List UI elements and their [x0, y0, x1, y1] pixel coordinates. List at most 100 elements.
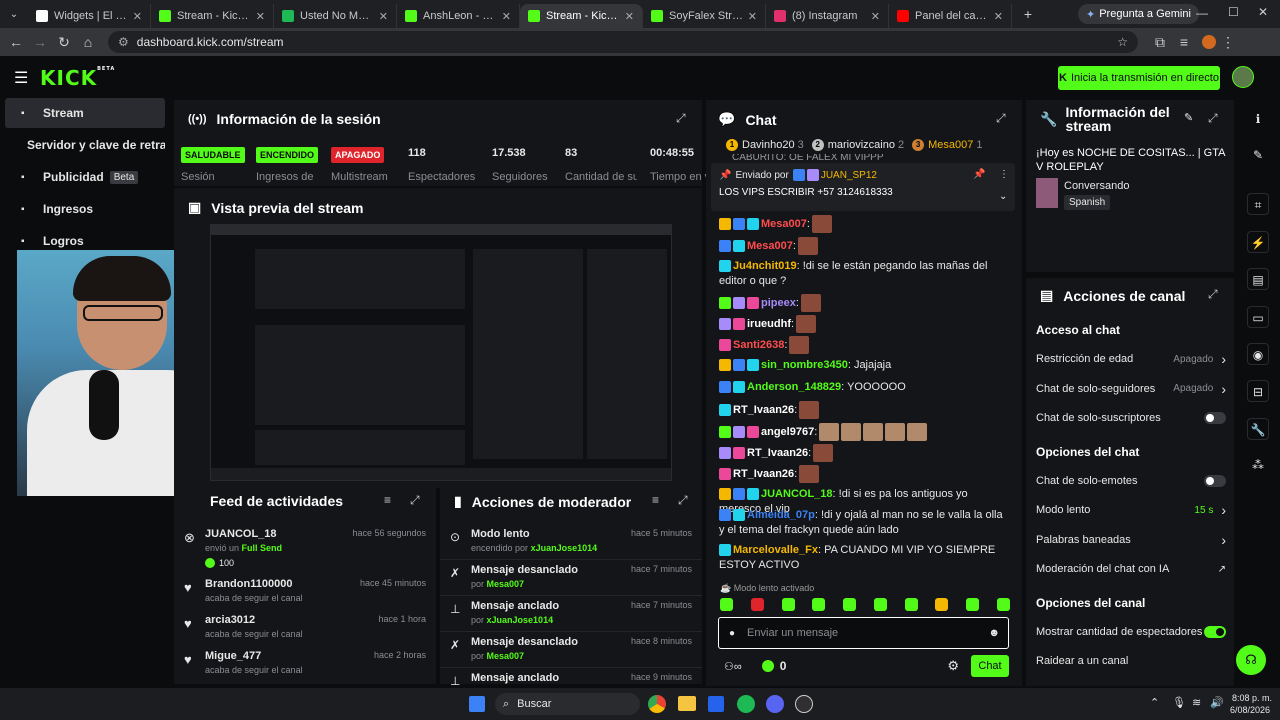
send-chat-button[interactable]: Chat [971, 655, 1009, 677]
settings-gear-icon[interactable]: ⚙ [947, 658, 959, 674]
chat-input[interactable]: ● Enviar un mensaje ☻ [718, 617, 1009, 649]
setting-control[interactable] [1204, 474, 1226, 487]
top-gifter[interactable]: 1 Davinho20 3 [726, 139, 804, 151]
clock-time[interactable]: 8:08 p. m. [1232, 693, 1272, 703]
browser-tab[interactable]: (8) Instagram ✕ [766, 4, 889, 28]
close-tab-icon[interactable]: ✕ [133, 10, 142, 23]
media-icon[interactable]: ≡ [1172, 34, 1196, 50]
quick-emote-icon[interactable] [873, 598, 887, 611]
chat-message[interactable]: Santi2638: [719, 336, 1009, 354]
setting-control[interactable] [1204, 412, 1226, 424]
top-gifter[interactable]: 3 Mesa007 1 [912, 139, 982, 151]
site-info-icon[interactable]: ⚙ [118, 35, 129, 49]
pencil-icon[interactable]: ✎ [1247, 144, 1269, 166]
expand-icon[interactable]: ⤢ [678, 493, 688, 508]
layout-icon[interactable]: ⊟ [1247, 380, 1269, 402]
feed-item[interactable]: ♥ arcia3012 hace 1 hora acaba de seguir el … [174, 610, 436, 646]
browser-tab[interactable]: Panel del canal - You✕ [889, 4, 1012, 28]
support-button[interactable]: ☊ [1236, 645, 1266, 675]
browser-tab[interactable]: AnshLeon - Watch clip✕ [397, 4, 520, 28]
unpin-button[interactable]: 📌 [973, 169, 985, 180]
chat-message[interactable]: Ju4nchit019: !di se le están pegando las… [719, 259, 1009, 289]
store-taskbar-icon[interactable] [708, 696, 724, 712]
chat-message[interactable]: Almeida_07p: !di y ojalá al man no se le… [719, 508, 1009, 538]
mod-action-item[interactable]: ⊙ Modo lento hace 5 minutos encendido por x… [440, 524, 702, 560]
toggle-switch[interactable] [1204, 412, 1226, 424]
chat-icon[interactable]: ▭ [1247, 306, 1269, 328]
home-icon[interactable]: ⌂ [76, 34, 100, 50]
chevron-down-icon[interactable]: ⌄ [999, 191, 1007, 202]
chat-message[interactable]: irueudhf: [719, 315, 1009, 333]
pinned-message[interactable]: 📌 Enviado por JUAN_SP12 LOS VIPS ESCRIBI… [711, 163, 1015, 211]
browser-menu-icon[interactable]: ⋮ [1216, 34, 1240, 51]
channel-setting-row[interactable]: Palabras baneadas › [1036, 532, 1226, 548]
discord-taskbar-icon[interactable] [766, 695, 784, 713]
top-gifter[interactable]: 2 mariovizcaino 2 [811, 139, 904, 151]
wifi-tray-icon[interactable]: ≋ [1192, 696, 1201, 709]
chat-message[interactable]: Marcelovalle_Fx: PA CUANDO MI VIP YO SIE… [719, 543, 1009, 573]
url-field[interactable]: ⚙ dashboard.kick.com/stream ☆ [108, 31, 1138, 53]
quick-emote-icon[interactable] [904, 598, 918, 611]
quick-emote-icon[interactable] [935, 598, 949, 611]
channel-setting-row[interactable]: Raidear a un canal [1036, 653, 1226, 669]
info-icon[interactable]: ℹ [1247, 108, 1269, 130]
channel-setting-row[interactable]: Restricción de edad Apagado › [1036, 351, 1226, 367]
bolt-icon[interactable]: ⚡ [1247, 231, 1269, 253]
maximize-button[interactable]: ☐ [1228, 5, 1239, 19]
forward-icon[interactable]: → [28, 34, 52, 50]
crop-icon[interactable]: ⌗ [1247, 193, 1269, 215]
chrome-taskbar-icon[interactable] [648, 695, 666, 713]
close-tab-icon[interactable]: ✕ [994, 10, 1003, 23]
close-tab-icon[interactable]: ✕ [502, 10, 511, 23]
clock-date[interactable]: 6/08/2026 [1230, 705, 1270, 715]
setting-control[interactable] [1204, 625, 1226, 638]
chat-message[interactable]: Anderson_148829: YOOOOOO [719, 380, 1009, 395]
filter-icon[interactable]: ≡ [384, 493, 391, 507]
quick-emote-icon[interactable] [966, 598, 980, 611]
close-window-button[interactable]: ✕ [1258, 5, 1268, 19]
windows-start-icon[interactable] [469, 696, 485, 712]
close-tab-icon[interactable]: ✕ [625, 10, 634, 23]
expand-icon[interactable]: ⤢ [996, 111, 1006, 126]
feed-item[interactable]: ♥ Migue_477 hace 2 horas acaba de seguir el… [174, 646, 436, 682]
edit-pencil-icon[interactable]: ✎ [1184, 111, 1193, 124]
profile-avatar[interactable] [1202, 35, 1216, 49]
new-tab-button[interactable]: + [1016, 6, 1040, 22]
channel-setting-row[interactable]: Mostrar cantidad de espectadores [1036, 624, 1226, 640]
close-tab-icon[interactable]: ✕ [871, 10, 880, 23]
stream-preview-video[interactable] [210, 224, 672, 481]
user-avatar[interactable] [1232, 66, 1254, 88]
emoji-icon[interactable]: ☻ [988, 627, 1000, 639]
obs-taskbar-icon[interactable] [795, 695, 813, 713]
browser-tab[interactable]: Stream - Kick Dashbo✕ [520, 4, 643, 28]
close-tab-icon[interactable]: ✕ [379, 10, 388, 23]
sidebar-item[interactable]: ▪ Ingresos [5, 194, 165, 224]
chat-message[interactable]: pipeex: [719, 294, 1009, 312]
taskbar-search-box[interactable]: ⌕ Buscar [495, 693, 640, 715]
quick-emote-icon[interactable] [750, 598, 764, 611]
chat-message[interactable]: sin_nombre3450: Jajajaja [719, 358, 1009, 373]
kick-logo[interactable]: KICKBETA [40, 66, 115, 90]
channel-setting-row[interactable]: Chat de solo-emotes [1036, 473, 1226, 489]
folder-taskbar-icon[interactable] [678, 696, 696, 711]
gemini-button[interactable]: ✦ Pregunta a Gemini [1078, 4, 1199, 24]
tray-chevron-icon[interactable]: ⌃ [1150, 696, 1159, 709]
setting-control[interactable]: Apagado › [1173, 381, 1226, 397]
close-tab-icon[interactable]: ✕ [256, 10, 265, 23]
browser-tab[interactable]: Usted No Me Olvid✕ [274, 4, 397, 28]
mod-tools-icon[interactable]: ⚇∞ [724, 660, 742, 673]
minimize-button[interactable]: — [1196, 6, 1208, 20]
more-options-icon[interactable]: ⋮ [999, 169, 1009, 180]
toggle-switch[interactable] [1204, 474, 1226, 487]
setting-control[interactable]: 15 s › [1194, 502, 1226, 518]
spotify-taskbar-icon[interactable] [737, 695, 755, 713]
nodes-icon[interactable]: ⁂ [1247, 454, 1269, 476]
extensions-icon[interactable]: ⧉ [1148, 34, 1172, 51]
mod-action-item[interactable]: ✗ Mensaje desanclado hace 8 minutos por Mes… [440, 632, 702, 668]
start-stream-button[interactable]: K Inicia la transmisión en directo [1058, 66, 1220, 90]
feed-item[interactable]: ⊗ JUANCOL_18 hace 56 segundos envió un Full… [174, 524, 436, 568]
chat-message[interactable]: Mesa007: [719, 215, 1009, 233]
channel-setting-row[interactable]: Modo lento 15 s › [1036, 502, 1226, 518]
expand-icon[interactable]: ⤢ [410, 493, 420, 508]
chat-message[interactable]: RT_Ivaan26: [719, 401, 1009, 419]
